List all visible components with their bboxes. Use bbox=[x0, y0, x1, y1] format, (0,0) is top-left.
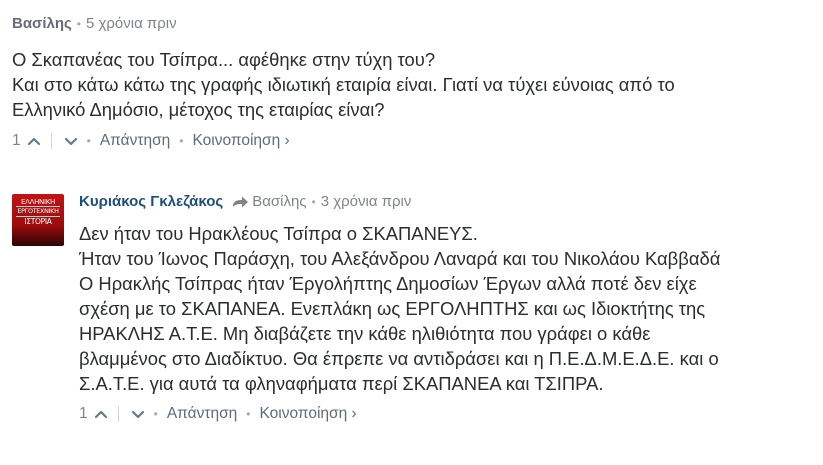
comment-line: ΗΡΑΚΛΗΣ Α.Τ.Ε. Μη διαβάζετε την κάθε ηλι… bbox=[79, 323, 651, 344]
vote-divider bbox=[50, 133, 52, 149]
reply-button[interactable]: Απάντηση bbox=[167, 405, 237, 423]
reply-arrow-icon bbox=[233, 196, 249, 208]
comment-line: Δεν ήταν του Ηρακλέους Τσίπρα ο ΣΚΑΠΑΝΕΥ… bbox=[79, 223, 478, 244]
comment-line: σχέση με το ΣΚΑΠΑΝΕΑ. Ενεπλάκη ως ΕΡΓΟΛΗ… bbox=[79, 298, 706, 319]
comment-line: Ο Ηρακλής Τσίπρας ήταν Έργολήπτης Δημοσί… bbox=[79, 273, 697, 294]
meta-separator: • bbox=[311, 195, 316, 209]
comment-body: Δεν ήταν του Ηρακλέους Τσίπρα ο ΣΚΑΠΑΝΕΥ… bbox=[79, 221, 819, 396]
downvote-icon[interactable] bbox=[64, 136, 78, 146]
upvote-icon[interactable] bbox=[94, 409, 108, 419]
comment-line: Ήταν του Ίωνος Παράσχη, του Αλεξάνδρου Λ… bbox=[79, 248, 721, 269]
comment: Βασίλης • 5 χρόνια πριν Ο Σκαπανέας του … bbox=[12, 14, 812, 152]
share-button[interactable]: Κοινοποίηση › bbox=[260, 405, 357, 423]
avatar-text: ΕΛΛΗΝΙΚΗ bbox=[20, 198, 56, 206]
action-separator: • bbox=[86, 134, 91, 148]
comment-line: βλαμμένος στο Διαδίκτυο. Θα έπρεπε να αν… bbox=[79, 348, 719, 369]
upvote-count: 1 bbox=[12, 132, 21, 149]
comment-actions: 1 • Απάντηση • Κοινοποίηση › bbox=[12, 130, 812, 152]
share-button[interactable]: Κοινοποίηση › bbox=[193, 132, 290, 150]
comment-line: Σ.Α.Τ.Ε. για αυτά τα φληναφήματα περί ΣΚ… bbox=[79, 373, 604, 394]
upvote-count: 1 bbox=[79, 405, 88, 422]
action-separator: • bbox=[179, 134, 184, 148]
avatar-text: ΕΡΓΟΤΕΧΝΙΚΗ bbox=[17, 207, 59, 215]
comment-line: Ο Σκαπανέας του Τσίπρα... αφέθηκε στην τ… bbox=[12, 49, 436, 70]
comment-line: Ελληνικό Δημόσιο, μέτοχος της εταιρίας ε… bbox=[12, 99, 385, 120]
action-separator: • bbox=[153, 407, 158, 421]
comment-body: Ο Σκαπανέας του Τσίπρα... αφέθηκε στην τ… bbox=[12, 47, 812, 122]
comment-line: Και στο κάτω κάτω της γραφής ιδιωτική ετ… bbox=[12, 74, 675, 95]
comment-author[interactable]: Βασίλης bbox=[12, 14, 72, 34]
avatar[interactable]: ΕΛΛΗΝΙΚΗ ΕΡΓΟΤΕΧΝΙΚΗ ΙΣΤΟΡΙΑ bbox=[12, 194, 64, 246]
downvote-icon[interactable] bbox=[131, 409, 145, 419]
in-reply-to[interactable]: Βασίλης bbox=[231, 192, 307, 212]
comment-timestamp[interactable]: 5 χρόνια πριν bbox=[86, 14, 177, 34]
comment-header: Βασίλης • 5 χρόνια πριν bbox=[12, 14, 812, 34]
action-separator: • bbox=[246, 407, 251, 421]
avatar-text: ΙΣΤΟΡΙΑ bbox=[24, 217, 52, 226]
reply-to-author[interactable]: Βασίλης bbox=[252, 192, 306, 212]
reply-button[interactable]: Απάντηση bbox=[100, 132, 170, 150]
comment-actions: 1 • Απάντηση • Κοινοποίηση › bbox=[79, 403, 819, 425]
comment-author[interactable]: Κυριάκος Γκλεζάκος bbox=[79, 192, 223, 212]
vote-divider bbox=[117, 406, 119, 422]
comment-header: Κυριάκος Γκλεζάκος Βασίλης • 3 χρόνια πρ… bbox=[79, 192, 819, 212]
comment-timestamp[interactable]: 3 χρόνια πριν bbox=[321, 192, 412, 212]
meta-separator: • bbox=[76, 17, 81, 31]
upvote-icon[interactable] bbox=[27, 136, 41, 146]
